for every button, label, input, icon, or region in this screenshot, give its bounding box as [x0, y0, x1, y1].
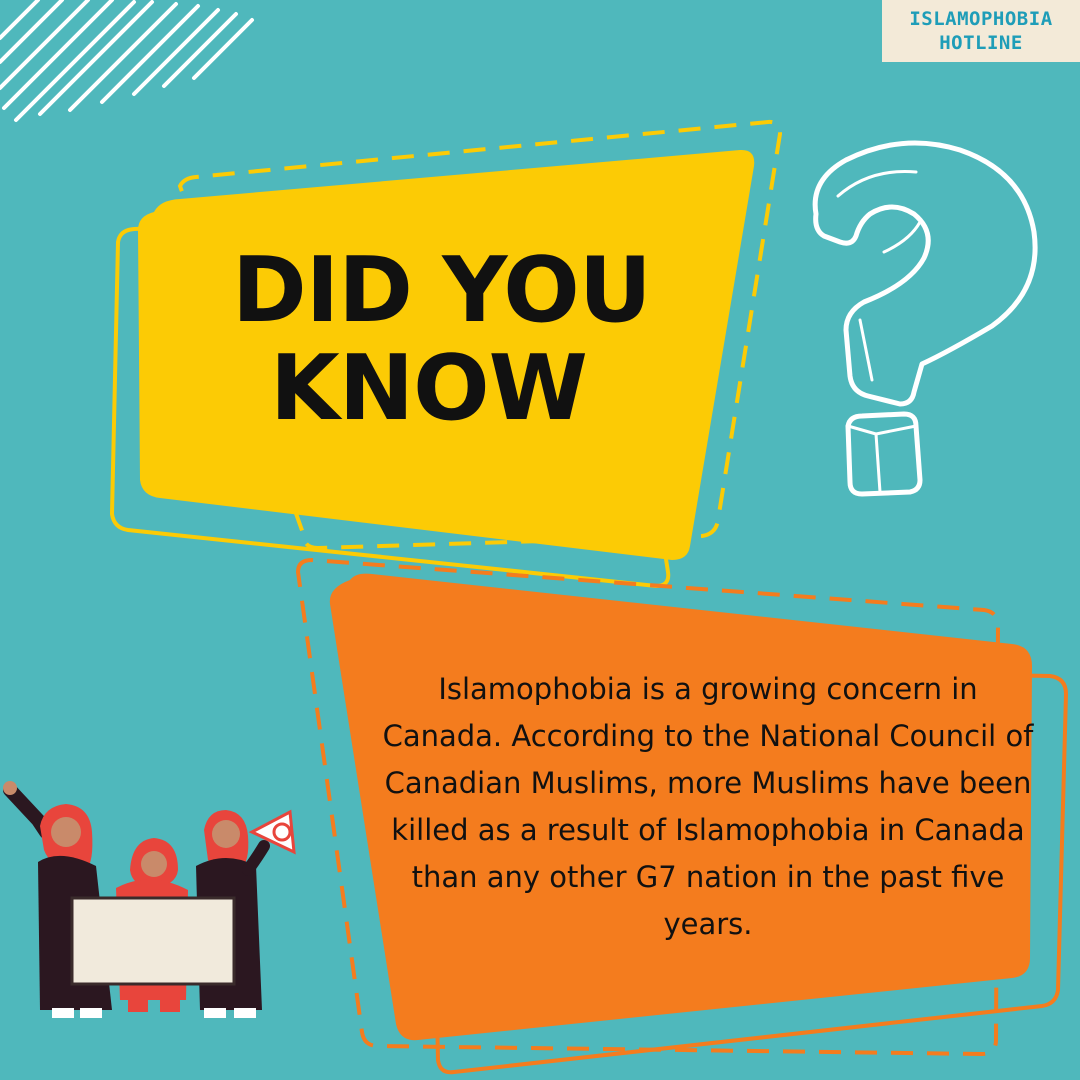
islamophobia-hotline-logo: ISLAMOPHOBIA HOTLINE [882, 0, 1080, 62]
fact-text: Islamophobia is a growing concern in Can… [382, 672, 1034, 941]
headline-line1: DID YOU [232, 238, 652, 343]
did-you-know-poster: ISLAMOPHOBIA HOTLINE DID YOU KNOW Islamo… [0, 0, 1080, 1080]
question-mark-icon [812, 140, 1038, 497]
did-you-know-headline: DID YOU KNOW [170, 242, 690, 438]
diagonal-stripes-graphic [0, 0, 254, 122]
headline-line2: KNOW [270, 336, 588, 441]
logo-line2: HOTLINE [939, 32, 1023, 54]
logo-line1: ISLAMOPHOBIA [909, 8, 1053, 30]
protesters-illustration [3, 781, 296, 1018]
